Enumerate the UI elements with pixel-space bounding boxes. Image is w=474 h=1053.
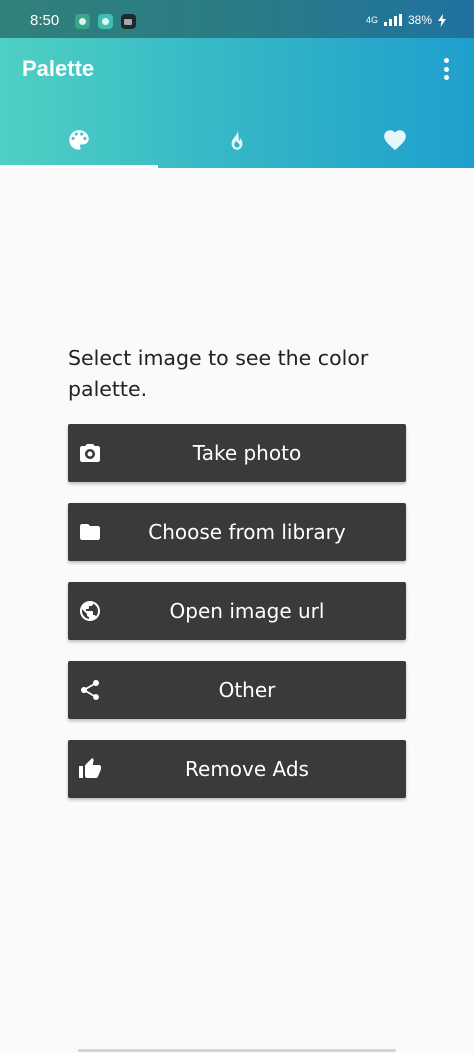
flame-icon [231,129,243,150]
app-icon [121,14,136,29]
globe-icon [80,601,100,621]
button-label: Remove Ads [185,757,309,781]
camera-icon [80,444,100,462]
main-content: Select image to see the color palette. [68,343,406,405]
thumb-up-icon [79,758,101,778]
app-title: Palette [22,56,95,81]
status-bar: 8:50 4G 38% [0,0,474,38]
button-label: Other [218,678,276,702]
button-label: Take photo [192,441,302,465]
app-icon [75,14,90,29]
prompt-text: Select image to see the color palette. [68,346,369,401]
heart-icon [384,130,406,151]
open-image-url-button[interactable]: Open image url [68,582,406,640]
tab-palette[interactable] [0,112,158,168]
status-time: 8:50 [30,12,60,29]
charging-icon [438,13,446,27]
palette-icon [69,130,89,150]
share-icon [81,680,99,700]
tab-favorites[interactable] [316,112,474,168]
app-bar: Palette [0,38,474,168]
app-icon [98,14,113,29]
tab-indicator [0,165,158,168]
tab-bar [0,112,474,168]
network-type: 4G [365,14,378,25]
signal-icon [383,14,402,26]
battery-level: 38% [407,13,432,27]
tab-trending[interactable] [158,112,316,168]
folder-icon [80,524,100,540]
more-vert-icon[interactable] [436,56,456,82]
navigation-handle[interactable] [78,1049,396,1052]
take-photo-button[interactable]: Take photo [68,424,406,482]
other-button[interactable]: Other [68,661,406,719]
button-label: Open image url [169,599,325,623]
button-label: Choose from library [148,520,346,544]
status-indicators: 4G 38% [366,13,446,27]
remove-ads-button[interactable]: Remove Ads [68,740,406,798]
choose-from-library-button[interactable]: Choose from library [68,503,406,561]
